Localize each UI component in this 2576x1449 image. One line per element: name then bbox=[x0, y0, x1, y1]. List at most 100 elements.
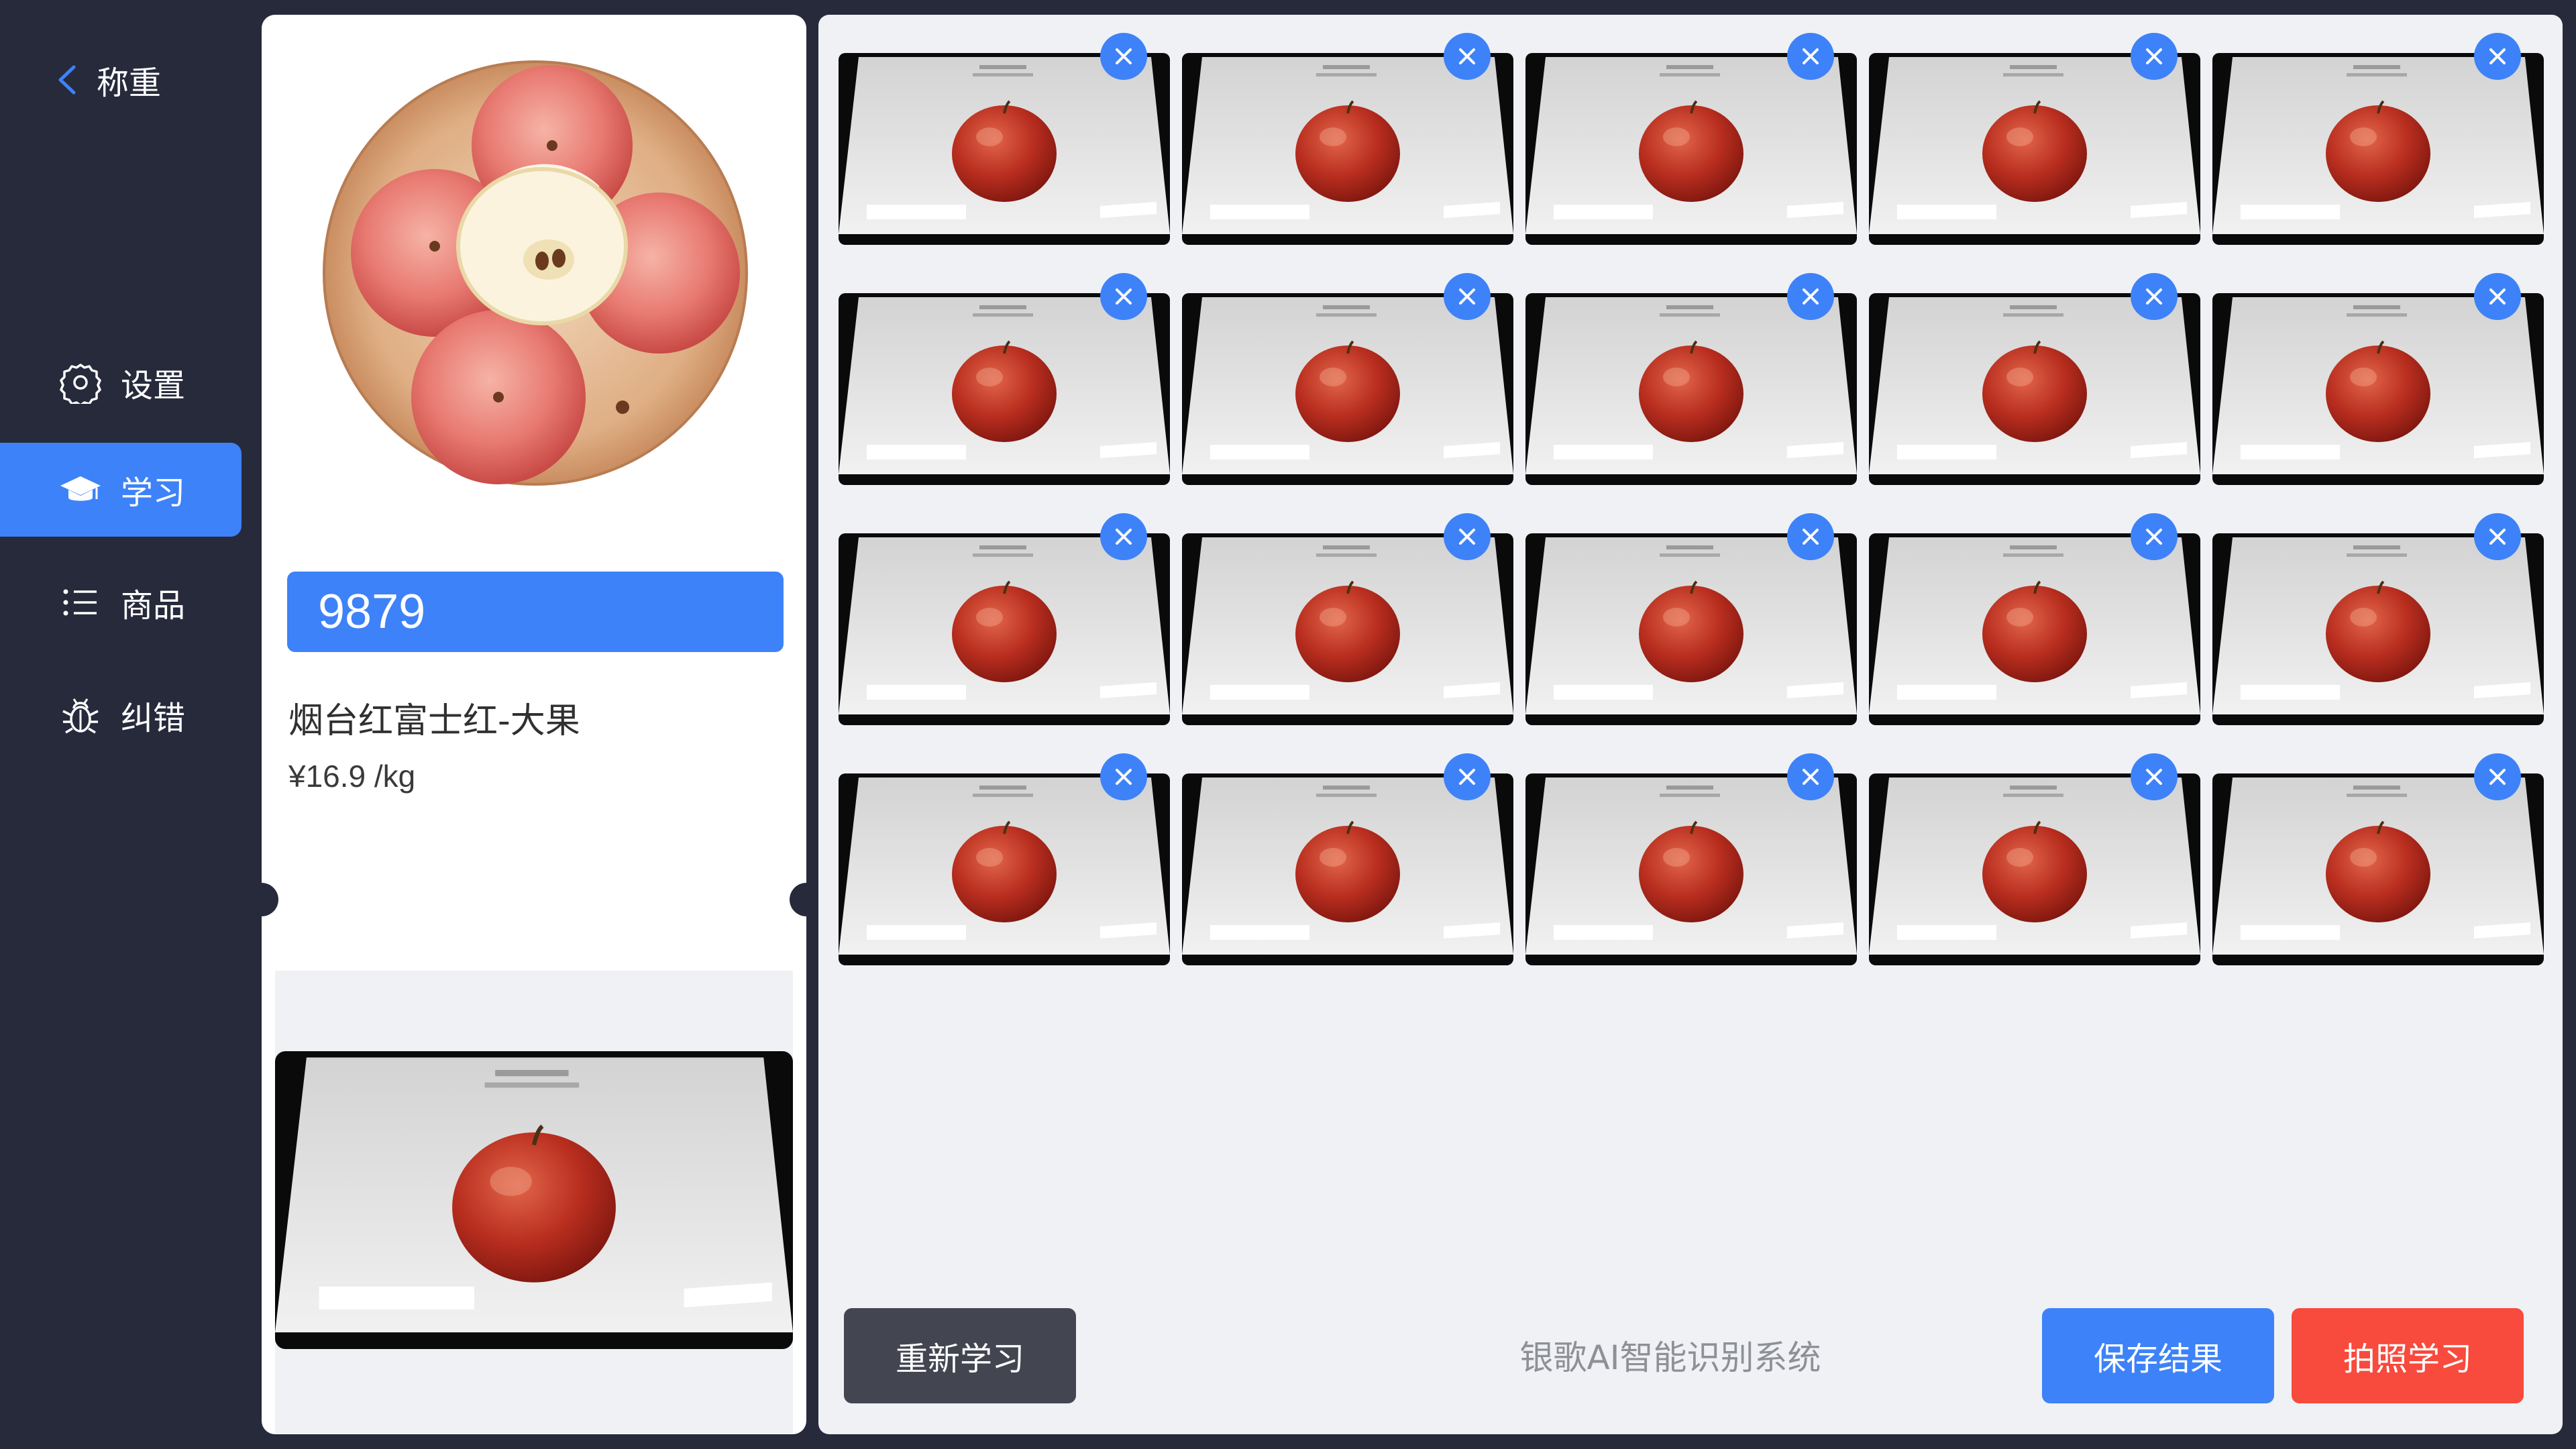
close-icon bbox=[1116, 288, 1132, 305]
learned-photo-image bbox=[1869, 293, 2200, 485]
close-icon bbox=[1116, 48, 1132, 64]
photo-learn-button[interactable]: 拍照学习 bbox=[2292, 1308, 2524, 1403]
learned-photo[interactable] bbox=[1525, 513, 1857, 725]
learned-photo-image bbox=[1869, 53, 2200, 245]
close-icon bbox=[2489, 769, 2506, 785]
product-price: ¥16.9 /kg bbox=[288, 759, 416, 794]
learned-photo-image bbox=[1182, 533, 1513, 725]
delete-photo-button[interactable] bbox=[1444, 273, 1491, 320]
learned-photo[interactable] bbox=[1869, 513, 2200, 725]
back-button[interactable]: 称重 bbox=[55, 56, 161, 103]
learned-photo-image bbox=[1525, 533, 1857, 725]
learned-photo[interactable] bbox=[839, 33, 1170, 245]
delete-photo-button[interactable] bbox=[1100, 753, 1147, 800]
sidebar-item-label: 学习 bbox=[121, 474, 186, 512]
panel-notch bbox=[245, 883, 278, 916]
delete-photo-button[interactable] bbox=[1444, 33, 1491, 80]
close-icon bbox=[2146, 769, 2162, 785]
sidebar-item-correction[interactable]: 纠错 bbox=[0, 668, 241, 762]
delete-photo-button[interactable] bbox=[2474, 273, 2521, 320]
learned-photo[interactable] bbox=[1869, 753, 2200, 965]
sidebar-item-label: 纠错 bbox=[121, 700, 186, 737]
learned-photo-image bbox=[2212, 293, 2544, 485]
product-panel: 9879 烟台红富士红-大果 ¥16.9 /kg bbox=[245, 15, 823, 1434]
delete-photo-button[interactable] bbox=[1787, 753, 1834, 800]
close-icon bbox=[1459, 288, 1475, 305]
close-icon bbox=[1459, 529, 1475, 545]
learned-photo-image bbox=[1525, 53, 1857, 245]
product-image bbox=[323, 60, 748, 486]
delete-photo-button[interactable] bbox=[1787, 513, 1834, 560]
close-icon bbox=[1803, 288, 1819, 305]
learned-photo-image bbox=[2212, 53, 2544, 245]
bug-icon bbox=[62, 698, 99, 734]
delete-photo-button[interactable] bbox=[2131, 513, 2178, 560]
delete-photo-button[interactable] bbox=[1787, 273, 1834, 320]
relearn-button[interactable]: 重新学习 bbox=[844, 1308, 1076, 1403]
learned-photo-image bbox=[839, 533, 1170, 725]
close-icon bbox=[1803, 48, 1819, 64]
learned-photo[interactable] bbox=[1525, 273, 1857, 485]
delete-photo-button[interactable] bbox=[2474, 33, 2521, 80]
delete-photo-button[interactable] bbox=[2131, 753, 2178, 800]
close-icon bbox=[2146, 288, 2162, 305]
delete-photo-button[interactable] bbox=[1100, 273, 1147, 320]
graduation-cap-icon bbox=[60, 476, 101, 501]
delete-photo-button[interactable] bbox=[2474, 753, 2521, 800]
learned-photo[interactable] bbox=[1182, 273, 1513, 485]
close-icon bbox=[1803, 529, 1819, 545]
learned-photo-image bbox=[1525, 293, 1857, 485]
learned-photo-image bbox=[2212, 533, 2544, 725]
learned-photo-image bbox=[1182, 773, 1513, 965]
learned-photo[interactable] bbox=[1525, 753, 1857, 965]
learned-photo[interactable] bbox=[839, 753, 1170, 965]
delete-photo-button[interactable] bbox=[1444, 513, 1491, 560]
delete-photo-button[interactable] bbox=[2131, 273, 2178, 320]
learned-photo-image bbox=[839, 773, 1170, 965]
learned-photo-image bbox=[1525, 773, 1857, 965]
delete-photo-button[interactable] bbox=[1444, 753, 1491, 800]
save-result-button[interactable]: 保存结果 bbox=[2042, 1308, 2274, 1403]
back-label: 称重 bbox=[97, 64, 162, 102]
close-icon bbox=[2489, 48, 2506, 64]
learned-photo-image bbox=[1869, 533, 2200, 725]
sidebar-item-learn[interactable]: 学习 bbox=[0, 443, 241, 537]
learned-photo-image bbox=[839, 293, 1170, 485]
learned-photo[interactable] bbox=[2212, 33, 2544, 245]
delete-photo-button[interactable] bbox=[2131, 33, 2178, 80]
close-icon bbox=[1459, 769, 1475, 785]
learned-photo[interactable] bbox=[1182, 33, 1513, 245]
learned-photo[interactable] bbox=[1869, 33, 2200, 245]
learned-photo[interactable] bbox=[839, 513, 1170, 725]
learned-photo-image bbox=[1869, 773, 2200, 965]
learned-photo-image bbox=[1182, 53, 1513, 245]
close-icon bbox=[2146, 48, 2162, 64]
learned-photo[interactable] bbox=[1182, 753, 1513, 965]
learned-photo[interactable] bbox=[2212, 273, 2544, 485]
close-icon bbox=[2146, 529, 2162, 545]
learned-photo[interactable] bbox=[839, 273, 1170, 485]
learned-photo-image bbox=[839, 53, 1170, 245]
sidebar-item-label: 设置 bbox=[121, 367, 186, 405]
product-name: 烟台红富士红-大果 bbox=[288, 701, 580, 741]
learned-photo[interactable] bbox=[2212, 513, 2544, 725]
sidebar-item-settings[interactable]: 设置 bbox=[0, 335, 241, 429]
delete-photo-button[interactable] bbox=[1100, 513, 1147, 560]
delete-photo-button[interactable] bbox=[1100, 33, 1147, 80]
close-icon bbox=[2489, 288, 2506, 305]
delete-photo-button[interactable] bbox=[1787, 33, 1834, 80]
sidebar-item-products[interactable]: 商品 bbox=[0, 555, 241, 649]
list-icon bbox=[63, 589, 97, 616]
chevron-left-icon bbox=[58, 65, 76, 95]
learned-photo[interactable] bbox=[1525, 33, 1857, 245]
camera-preview-image bbox=[275, 1051, 793, 1349]
learned-photo-image bbox=[2212, 773, 2544, 965]
sidebar-item-label: 商品 bbox=[121, 587, 186, 625]
learned-photo[interactable] bbox=[2212, 753, 2544, 965]
close-icon bbox=[1116, 769, 1132, 785]
delete-photo-button[interactable] bbox=[2474, 513, 2521, 560]
camera-preview bbox=[275, 971, 793, 1434]
learned-photo[interactable] bbox=[1869, 273, 2200, 485]
close-icon bbox=[2489, 529, 2506, 545]
learned-photo[interactable] bbox=[1182, 513, 1513, 725]
